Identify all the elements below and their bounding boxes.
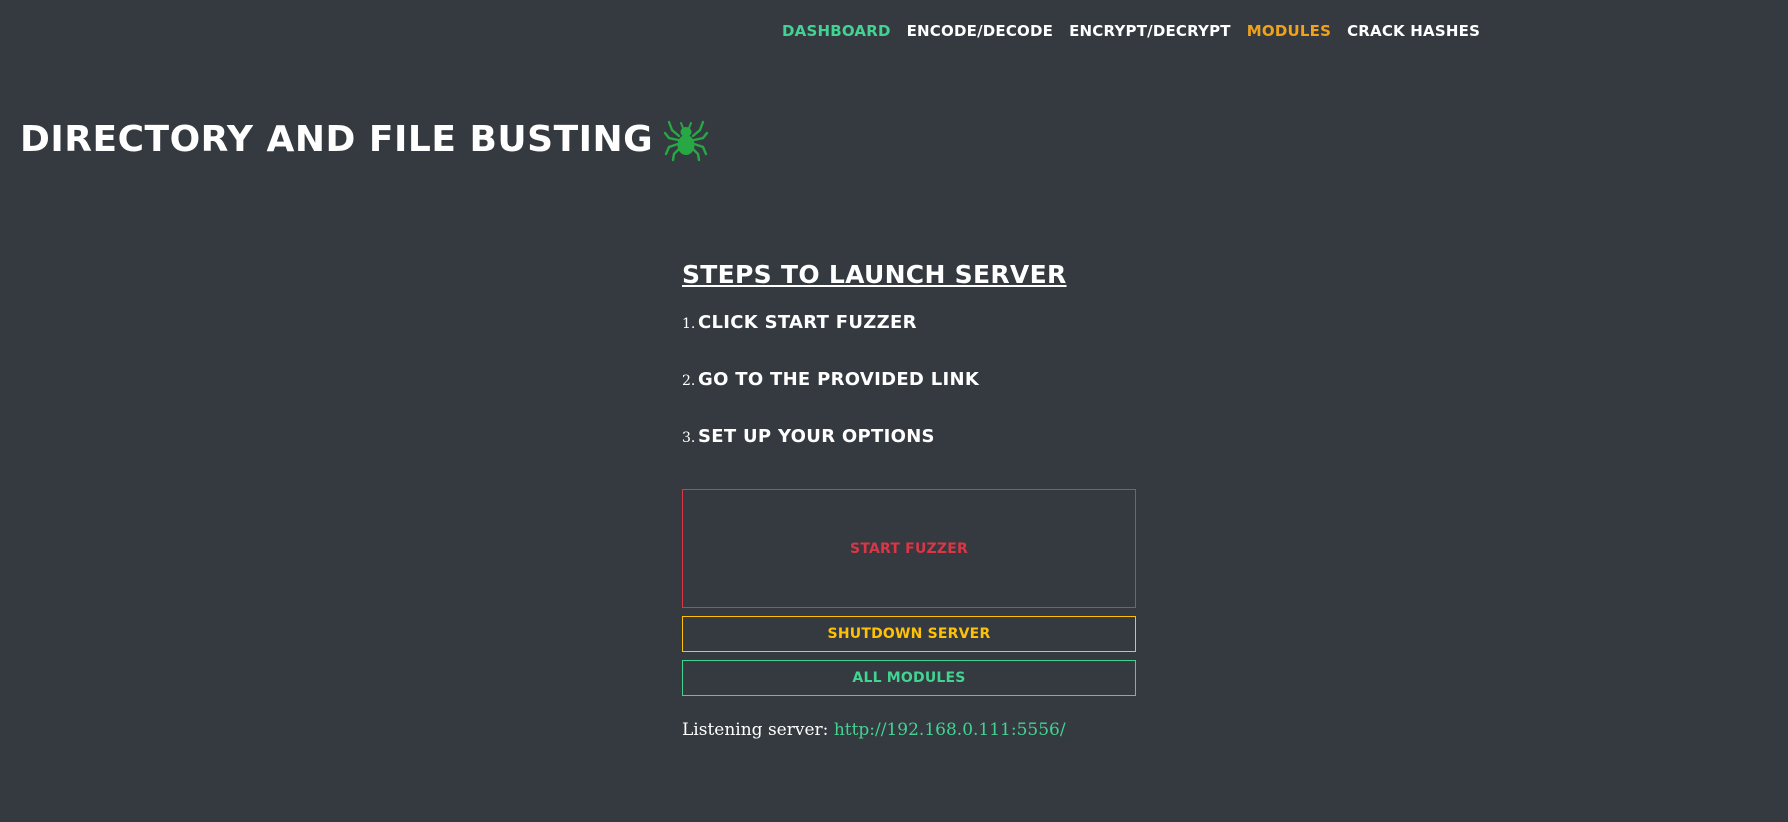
listening-server-label: Listening server:	[682, 720, 829, 740]
step-text: GO TO THE PROVIDED LINK	[698, 369, 980, 390]
step-text: SET UP YOUR OPTIONS	[698, 426, 935, 447]
start-fuzzer-button[interactable]: START FUZZER	[682, 489, 1136, 608]
listening-server-line: Listening server: http://192.168.0.111:5…	[682, 720, 1136, 740]
list-item: 3. SET UP YOUR OPTIONS	[682, 426, 1136, 483]
step-text: CLICK START FUZZER	[698, 312, 917, 333]
all-modules-button[interactable]: ALL MODULES	[682, 660, 1136, 696]
list-item: 1. CLICK START FUZZER	[682, 312, 1136, 369]
nav-encrypt-decrypt[interactable]: ENCRYPT/DECRYPT	[1069, 20, 1231, 42]
step-number: 3.	[682, 430, 696, 446]
nav-dashboard[interactable]: DASHBOARD	[782, 20, 891, 42]
page-title-row: DIRECTORY AND FILE BUSTING	[20, 116, 709, 162]
page-title: DIRECTORY AND FILE BUSTING	[20, 118, 654, 160]
top-nav: DASHBOARD ENCODE/DECODE ENCRYPT/DECRYPT …	[782, 20, 1496, 42]
page: DASHBOARD ENCODE/DECODE ENCRYPT/DECRYPT …	[0, 0, 1788, 822]
step-number: 2.	[682, 373, 696, 389]
step-number: 1.	[682, 316, 696, 332]
steps-list: 1. CLICK START FUZZER 2. GO TO THE PROVI…	[682, 312, 1136, 483]
list-item: 2. GO TO THE PROVIDED LINK	[682, 369, 1136, 426]
nav-crack-hashes[interactable]: CRACK HASHES	[1347, 20, 1480, 42]
listening-server-link[interactable]: http://192.168.0.111:5556/	[834, 720, 1066, 740]
shutdown-server-button[interactable]: SHUTDOWN SERVER	[682, 616, 1136, 652]
main-content: STEPS TO LAUNCH SERVER 1. CLICK START FU…	[682, 256, 1136, 740]
nav-modules[interactable]: MODULES	[1247, 20, 1331, 42]
steps-heading: STEPS TO LAUNCH SERVER	[682, 260, 1067, 289]
nav-encode-decode[interactable]: ENCODE/DECODE	[907, 20, 1054, 42]
spider-icon	[663, 116, 709, 162]
